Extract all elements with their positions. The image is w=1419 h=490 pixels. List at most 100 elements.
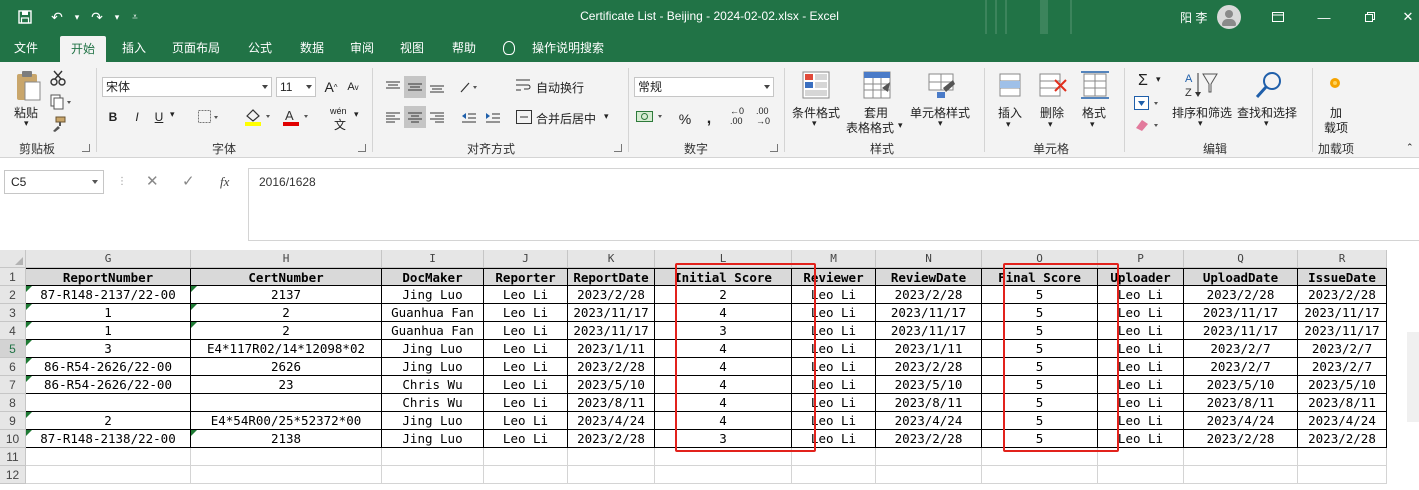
table-cell[interactable]: 4 <box>655 412 792 430</box>
header-cell-h[interactable]: CertNumber <box>191 268 382 286</box>
empty-cell[interactable] <box>382 448 484 466</box>
table-cell[interactable]: Leo Li <box>484 358 568 376</box>
merge-center-button[interactable]: 合并后居中 <box>536 110 596 127</box>
table-cell[interactable]: Chris Wu <box>382 394 484 412</box>
table-cell[interactable]: Jing Luo <box>382 358 484 376</box>
cell-styles-icon[interactable] <box>927 70 957 103</box>
table-cell[interactable]: 86-R54-2626/22-00 <box>26 358 191 376</box>
font-size-combo[interactable]: 11 <box>276 77 316 97</box>
row-header-6[interactable]: 6 <box>0 358 26 376</box>
find-select-dropdown-icon[interactable]: ▾ <box>1264 118 1269 129</box>
empty-cell[interactable] <box>1298 466 1387 484</box>
number-format-combo[interactable]: 常规 <box>634 77 774 97</box>
header-cell-q[interactable]: UploadDate <box>1184 268 1298 286</box>
table-cell[interactable]: Leo Li <box>1098 286 1184 304</box>
table-cell[interactable]: Leo Li <box>484 340 568 358</box>
insert-cells-icon[interactable] <box>996 70 1024 103</box>
row-header-5[interactable]: 5 <box>0 340 26 358</box>
table-cell[interactable]: Jing Luo <box>382 340 484 358</box>
column-header-m[interactable]: M <box>792 250 876 268</box>
align-middle-button[interactable] <box>404 76 426 98</box>
table-cell[interactable]: 2023/8/11 <box>1298 394 1387 412</box>
table-cell[interactable]: Leo Li <box>792 286 876 304</box>
align-center-button[interactable] <box>404 106 426 128</box>
conditional-formatting-icon[interactable] <box>801 70 831 103</box>
table-cell[interactable]: 2023/2/28 <box>1184 430 1298 448</box>
table-cell[interactable] <box>26 394 191 412</box>
table-cell[interactable]: Leo Li <box>792 340 876 358</box>
format-as-table-line2[interactable]: 表格格式 <box>846 119 894 136</box>
table-cell[interactable]: 2626 <box>191 358 382 376</box>
table-cell[interactable]: 2 <box>191 322 382 340</box>
column-header-h[interactable]: H <box>191 250 382 268</box>
empty-cell[interactable] <box>382 466 484 484</box>
table-cell[interactable]: Leo Li <box>1098 358 1184 376</box>
sort-filter-icon[interactable]: AZ <box>1184 70 1218 103</box>
tab-help[interactable]: 帮助 <box>442 34 486 62</box>
autosum-dropdown-icon[interactable]: ▾ <box>1156 74 1161 85</box>
align-right-button[interactable] <box>426 106 448 128</box>
header-cell-g[interactable]: ReportNumber <box>26 268 191 286</box>
delete-cells-dropdown-icon[interactable]: ▾ <box>1048 119 1053 130</box>
empty-cell[interactable] <box>655 448 792 466</box>
header-cell-n[interactable]: ReviewDate <box>876 268 982 286</box>
align-top-button[interactable] <box>382 76 404 98</box>
table-cell[interactable]: E4*54R00/25*52372*00 <box>191 412 382 430</box>
table-cell[interactable]: 2023/4/24 <box>876 412 982 430</box>
table-cell[interactable]: 2023/11/17 <box>1184 322 1298 340</box>
table-cell[interactable]: 2 <box>191 304 382 322</box>
table-cell[interactable]: Jing Luo <box>382 412 484 430</box>
font-name-combo[interactable]: 宋体 <box>102 77 272 97</box>
tab-page-layout[interactable]: 页面布局 <box>164 34 228 62</box>
table-cell[interactable]: Leo Li <box>792 412 876 430</box>
empty-cell[interactable] <box>1184 466 1298 484</box>
table-cell[interactable]: 87-R148-2137/22-00 <box>26 286 191 304</box>
table-cell[interactable]: Leo Li <box>484 394 568 412</box>
close-icon[interactable]: ✕ <box>1396 6 1419 28</box>
sort-filter-dropdown-icon[interactable]: ▾ <box>1198 118 1203 129</box>
align-bottom-button[interactable] <box>426 76 448 98</box>
column-header-k[interactable]: K <box>568 250 655 268</box>
fill-icon[interactable] <box>1134 96 1162 113</box>
table-cell[interactable]: 2023/4/24 <box>568 412 655 430</box>
table-cell[interactable]: 2023/11/17 <box>1298 322 1387 340</box>
table-cell[interactable]: 2 <box>26 412 191 430</box>
save-icon[interactable] <box>14 6 36 28</box>
empty-cell[interactable] <box>568 466 655 484</box>
table-cell[interactable]: 2137 <box>191 286 382 304</box>
merge-dropdown-icon[interactable]: ▾ <box>604 111 609 122</box>
percent-button[interactable]: % <box>674 108 696 130</box>
empty-cell[interactable] <box>568 448 655 466</box>
table-cell[interactable]: 5 <box>982 412 1098 430</box>
table-cell[interactable]: 2023/2/28 <box>1184 286 1298 304</box>
fill-color-icon[interactable] <box>244 108 274 129</box>
table-cell[interactable]: 2023/11/17 <box>1184 304 1298 322</box>
empty-cell[interactable] <box>484 448 568 466</box>
table-cell[interactable]: 4 <box>655 340 792 358</box>
empty-cell[interactable] <box>26 448 191 466</box>
insert-function-icon[interactable]: fx <box>220 174 229 190</box>
autosum-button[interactable]: Σ <box>1132 70 1154 92</box>
table-cell[interactable]: Leo Li <box>792 394 876 412</box>
empty-cell[interactable] <box>1298 448 1387 466</box>
empty-cell[interactable] <box>655 466 792 484</box>
insert-cells-dropdown-icon[interactable]: ▾ <box>1006 119 1011 130</box>
column-header-i[interactable]: I <box>382 250 484 268</box>
table-cell[interactable]: Leo Li <box>792 358 876 376</box>
table-cell[interactable]: E4*117R02/14*12098*02 <box>191 340 382 358</box>
column-header-o[interactable]: O <box>982 250 1098 268</box>
column-header-l[interactable]: L <box>655 250 792 268</box>
name-box[interactable]: C5 <box>4 170 104 194</box>
table-cell[interactable]: Leo Li <box>792 376 876 394</box>
table-cell[interactable]: Leo Li <box>792 304 876 322</box>
tab-insert[interactable]: 插入 <box>112 34 156 62</box>
tab-formulas[interactable]: 公式 <box>238 34 282 62</box>
undo-dropdown-icon[interactable]: ▾ <box>66 6 88 28</box>
enter-icon[interactable]: ✓ <box>182 172 195 190</box>
table-cell[interactable]: 1 <box>26 304 191 322</box>
table-cell[interactable]: Leo Li <box>1098 412 1184 430</box>
customize-qat-icon[interactable]: ⩡ <box>124 6 146 28</box>
table-cell[interactable]: Jing Luo <box>382 286 484 304</box>
table-cell[interactable]: 4 <box>655 376 792 394</box>
table-cell[interactable]: 2023/5/10 <box>876 376 982 394</box>
